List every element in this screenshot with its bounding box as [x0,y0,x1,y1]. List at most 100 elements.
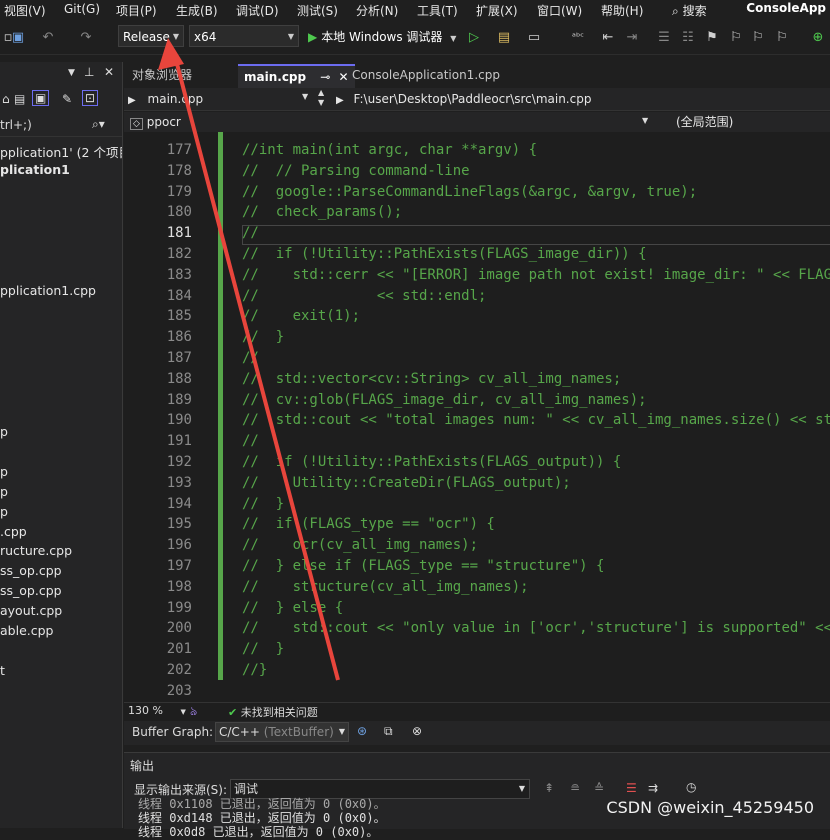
platform-dropdown[interactable]: x64 ▼ [189,25,299,47]
preview-icon[interactable]: ⊡ [82,90,99,106]
config-dropdown[interactable]: Release ▼ [118,25,184,47]
scope-right-dropdown[interactable]: (全局范围) [676,113,733,131]
code-line[interactable]: // check_params(); [242,204,402,220]
nav-file-dropdown[interactable]: ▶ main.cpp [128,90,203,108]
file-item[interactable]: p [0,464,8,479]
menu-build[interactable]: 生成(B) [176,2,218,19]
code-line[interactable]: //} [242,662,267,678]
collapse-icon[interactable]: ▤ [14,92,25,106]
code-line[interactable]: // structure(cv_all_img_names); [242,579,529,595]
chevron-down-icon[interactable]: ▼ [302,92,308,101]
copilot-icon[interactable]: ঌ [190,703,197,723]
menu-window[interactable]: 窗口(W) [537,2,582,19]
bookmark-icon[interactable]: ⚑ [704,30,720,46]
code-line[interactable]: //int main(int argc, char **argv) { [242,142,537,158]
menu-view[interactable]: 视图(V) [4,2,46,19]
pin-icon[interactable]: ⊥ [84,65,94,79]
outdent-icon[interactable]: ⇥ [624,30,640,46]
code-line[interactable]: // } [242,496,284,512]
solution-search[interactable]: trl+;) ⌕▾ [0,116,122,137]
prev-message-icon[interactable]: ≘ [570,781,580,795]
code-line[interactable]: // } [242,329,284,345]
comment-icon[interactable]: ☰ [656,30,672,46]
folder-icon[interactable]: ▤ [496,30,512,46]
wrench-icon[interactable]: ✎ [62,92,72,106]
pin-icon[interactable]: ⊸ [320,70,330,84]
file-item[interactable]: able.cpp [0,623,53,638]
graph-refresh-icon[interactable]: ⊗ [412,724,422,738]
bookmark-next-icon[interactable]: ⚐ [750,30,766,46]
code-line[interactable]: // [242,433,259,449]
graph-icon[interactable]: ⊛ [357,724,367,738]
save-icon[interactable]: ▣ [10,30,26,46]
code-line[interactable]: // // Parsing command-line [242,163,470,179]
find-message-icon[interactable]: ⇞ [544,781,554,795]
menu-project[interactable]: 项目(P) [116,2,157,19]
file-item[interactable]: ayout.cpp [0,603,62,618]
nav-path[interactable]: ▶ F:\user\Desktop\Paddleocr\src\main.cpp [336,90,591,108]
code-line[interactable]: // } [242,641,284,657]
file-item[interactable]: .cpp [0,524,27,539]
search-box[interactable]: ⌕ 搜索 [672,2,707,19]
word-wrap-icon[interactable]: ⇉ [648,781,658,795]
solution-root[interactable]: pplication1' (2 个项目 [0,142,122,161]
menu-tools[interactable]: 工具(T) [417,2,458,19]
buffer-graph-dropdown[interactable]: C/C++ (TextBuffer) ▼ [215,722,349,742]
scope-left-dropdown[interactable]: ◇ ppocr [130,113,181,131]
start-debugger-button[interactable]: ▶ 本地 Windows 调试器 ▼ [308,28,456,45]
project-node[interactable]: plication1 [0,162,70,177]
code-line[interactable]: // std::cout << "only value in ['ocr','s… [242,620,830,636]
code-line[interactable]: // exit(1); [242,308,360,324]
menu-debug[interactable]: 调试(D) [236,2,279,19]
code-line[interactable]: // ocr(cv_all_img_names); [242,537,478,553]
menu-git[interactable]: Git(G) [64,2,100,16]
file-item[interactable]: pplication1.cpp [0,283,96,298]
uncomment-icon[interactable]: ☷ [680,30,696,46]
code-line[interactable]: // Utility::CreateDir(FLAGS_output); [242,475,571,491]
code-line[interactable]: // if (FLAGS_type == "ocr") { [242,516,495,532]
tab-object-browser[interactable]: 对象浏览器 [126,64,198,86]
menu-test[interactable]: 测试(S) [297,2,338,19]
code-line[interactable]: // [242,225,259,241]
code-line[interactable]: // cv::glob(FLAGS_image_dir, cv_all_img_… [242,392,647,408]
clock-icon[interactable]: ◷ [686,780,696,794]
close-icon[interactable]: ✕ [104,65,114,79]
menu-extensions[interactable]: 扩展(X) [476,2,518,19]
tab-main-cpp[interactable]: main.cpp ⊸ ✕ [238,64,355,88]
file-item[interactable]: ructure.cpp [0,543,72,558]
issues-indicator[interactable]: ✔ 未找到相关问题 [228,704,318,720]
layout-icon[interactable]: ▭ [526,30,542,46]
chevron-down-icon[interactable]: ▼ [642,116,648,125]
menu-help[interactable]: 帮助(H) [601,2,643,19]
spellcheck-icon[interactable]: ᵃᵇᶜ [570,30,586,46]
code-line[interactable]: // std::vector<cv::String> cv_all_img_na… [242,371,621,387]
home-icon[interactable]: ⌂ [2,92,10,106]
indent-icon[interactable]: ⇤ [600,30,616,46]
code-line[interactable]: // [242,350,259,366]
clear-all-icon[interactable]: ☰ [626,781,637,795]
code-editor[interactable]: 177 178 179 180 181 182 183 184 185 186 187 188 189 1… [124,132,830,702]
bookmark-prev-icon[interactable]: ⚐ [728,30,744,46]
graph-layout-icon[interactable]: ⧉ [384,724,393,739]
file-item[interactable]: ss_op.cpp [0,563,62,578]
extension-icon[interactable]: ⊕ [810,30,826,46]
code-line[interactable]: // if (!Utility::PathExists(FLAGS_output… [242,454,621,470]
run-without-debug-icon[interactable]: ▷ [466,30,482,46]
bookmark-clear-icon[interactable]: ⚐ [774,30,790,46]
next-message-icon[interactable]: ≙ [594,781,604,795]
code-line[interactable]: // } else if (FLAGS_type == "structure")… [242,558,604,574]
panel-dropdown-icon[interactable]: ▼ [68,68,75,78]
redo-icon[interactable]: ↷ [78,30,94,46]
undo-icon[interactable]: ↶ [40,30,56,46]
zoom-dropdown[interactable]: 130 % ▼ [128,704,186,717]
code-line[interactable]: // } else { [242,600,343,616]
code-line[interactable]: // google::ParseCommandLineFlags(&argc, … [242,184,697,200]
menu-analyze[interactable]: 分析(N) [356,2,398,19]
file-item[interactable]: p [0,504,8,519]
code-line[interactable]: // std::cerr << "[ERROR] image path not … [242,267,830,283]
file-item[interactable]: t [0,663,5,678]
file-item[interactable]: p [0,484,8,499]
code-line[interactable]: // if (!Utility::PathExists(FLAGS_image_… [242,246,647,262]
tab-console-application[interactable]: ConsoleApplication1.cpp [346,64,506,86]
code-line[interactable]: // << std::endl; [242,288,486,304]
